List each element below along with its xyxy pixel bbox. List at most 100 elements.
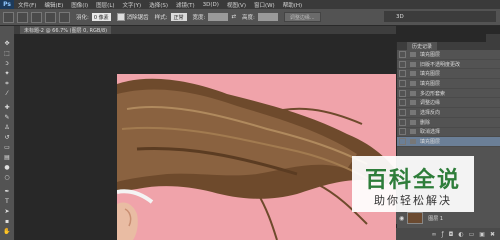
subtract-selection-button[interactable] [45, 11, 56, 23]
workspace-select[interactable]: 3D [384, 11, 496, 22]
style-select[interactable]: 正常 [170, 13, 187, 21]
height-input[interactable] [257, 13, 278, 21]
history-item-active[interactable]: 填充图层 [397, 137, 500, 147]
menu-view[interactable]: 视图(V) [223, 1, 250, 9]
folder-icon[interactable]: ▭ [469, 231, 475, 238]
magic-wand-icon[interactable]: ✦ [3, 70, 11, 77]
adjustment-icon[interactable]: ◐ [458, 231, 463, 238]
layers-panel-buttons: ∞ ƒ ◘ ◐ ▭ ▣ ✖ [396, 228, 500, 240]
history-checkbox[interactable] [399, 128, 406, 136]
history-checkbox[interactable] [399, 108, 406, 116]
path-selection-icon[interactable]: ➤ [3, 208, 11, 215]
height-label: 高度: [242, 15, 255, 21]
watermark-overlay: 百科全说 助你轻松解决 [352, 156, 474, 212]
shape-icon[interactable]: ▪ [3, 218, 11, 225]
history-item[interactable]: 填充图层 [397, 50, 500, 60]
history-checkbox[interactable] [399, 60, 406, 68]
add-selection-button[interactable] [31, 11, 42, 23]
link-icon[interactable]: ∞ [432, 231, 437, 238]
history-state-icon [410, 61, 416, 67]
eye-icon[interactable]: ◉ [399, 215, 404, 222]
move-icon[interactable]: ✥ [3, 40, 11, 47]
new-selection-button[interactable] [17, 11, 28, 23]
gradient-icon[interactable]: ▤ [3, 154, 11, 161]
width-input[interactable] [208, 13, 229, 21]
history-item[interactable]: 填充图层 [397, 69, 500, 80]
menu-help[interactable]: 帮助(H) [279, 1, 306, 9]
antialias-checkbox[interactable] [116, 13, 125, 21]
menu-select[interactable]: 选择(S) [145, 1, 172, 9]
document-tab-bar: 未标题-2 @ 66.7% (图层 0, RGB/8) [14, 26, 396, 34]
history-checkbox[interactable] [399, 99, 406, 107]
history-item[interactable]: 删除 [397, 118, 500, 128]
width-label: 宽度: [192, 15, 206, 21]
intersect-selection-button[interactable] [59, 11, 70, 23]
layer-row[interactable]: ◉ 图层 1 [396, 212, 500, 224]
dodge-icon[interactable]: ○ [3, 174, 11, 181]
history-item-label: 取消选择 [420, 129, 441, 136]
panel-collapse-bar[interactable] [486, 34, 500, 42]
blur-icon[interactable]: ● [3, 164, 11, 171]
swap-icon[interactable]: ⇄ [231, 14, 236, 20]
menu-edit[interactable]: 编辑(E) [40, 1, 67, 9]
menu-file[interactable]: 文件(F) [14, 1, 40, 9]
feather-label: 羽化: [76, 15, 89, 21]
history-tab[interactable]: 历史记录 [407, 42, 438, 50]
history-item-label: 旧版不透明度更改 [420, 61, 461, 68]
menu-type[interactable]: 文字(Y) [119, 1, 146, 9]
history-item[interactable]: 填充图层 [397, 79, 500, 89]
history-checkbox[interactable] [399, 70, 406, 78]
trash-icon[interactable]: ✖ [490, 231, 495, 238]
antialias-label: 消除锯齿 [126, 15, 149, 21]
history-item[interactable]: 旧版不透明度更改 [397, 60, 500, 70]
history-checkbox[interactable] [399, 138, 406, 146]
document-tab[interactable]: 未标题-2 @ 66.7% (图层 0, RGB/8) [20, 26, 112, 34]
marquee-icon[interactable]: ⬚ [3, 50, 11, 57]
history-state-icon [410, 129, 416, 135]
history-brush-icon[interactable]: ↺ [3, 134, 11, 141]
clone-stamp-icon[interactable]: ♙ [3, 124, 11, 131]
watermark-subtitle: 助你轻松解决 [374, 194, 452, 207]
history-state-icon [410, 139, 416, 145]
history-item-label: 填充图层 [420, 71, 441, 78]
history-item-label: 调整边缘 [420, 100, 441, 107]
history-checkbox[interactable] [399, 89, 406, 97]
history-item[interactable]: 选择反向 [397, 108, 500, 118]
new-layer-icon[interactable]: ▣ [479, 231, 485, 238]
menu-window[interactable]: 窗口(W) [250, 1, 279, 9]
type-icon[interactable]: T [3, 198, 11, 205]
history-item-label: 多边形套索 [420, 90, 446, 97]
brush-icon[interactable]: ✎ [3, 114, 11, 121]
history-state-icon [410, 109, 416, 115]
layer-name: 图层 1 [428, 215, 444, 222]
pen-icon[interactable]: ✒ [3, 188, 11, 195]
history-state-icon [410, 80, 416, 86]
lasso-icon[interactable]: ↄ [3, 60, 11, 67]
healing-brush-icon[interactable]: ✚ [3, 104, 11, 111]
app-logo: Ps [0, 0, 14, 9]
fx-icon[interactable]: ƒ [442, 231, 444, 238]
toolbox: ✥ ⬚ ↄ ✦ ⌗ ⁄ ✚ ✎ ♙ ↺ ▭ ▤ ● ○ ✒ T ➤ ▪ ✋ [0, 26, 15, 240]
history-checkbox[interactable] [399, 79, 406, 87]
eraser-icon[interactable]: ▭ [3, 144, 11, 151]
menu-layer[interactable]: 图层(L) [92, 1, 118, 9]
feather-input[interactable]: 0 像素 [91, 13, 111, 21]
tool-preset-button[interactable] [3, 11, 14, 23]
hand-icon[interactable]: ✋ [3, 228, 11, 235]
crop-icon[interactable]: ⌗ [3, 80, 11, 87]
history-checkbox[interactable] [399, 50, 406, 58]
menu-3d[interactable]: 3D(D) [199, 2, 223, 8]
history-state-icon [410, 51, 416, 57]
menu-filter[interactable]: 滤镜(T) [172, 1, 199, 9]
history-item[interactable]: 取消选择 [397, 128, 500, 138]
menu-image[interactable]: 图像(I) [67, 1, 92, 9]
style-label: 样式: [154, 15, 168, 21]
history-item-label: 删除 [420, 119, 431, 126]
mask-icon[interactable]: ◘ [449, 231, 454, 238]
canvas-area [15, 34, 396, 240]
eyedropper-icon[interactable]: ⁄ [3, 90, 11, 97]
history-item[interactable]: 调整边缘 [397, 98, 500, 109]
history-checkbox[interactable] [399, 118, 406, 126]
history-item[interactable]: 多边形套索 [397, 89, 500, 99]
refine-edge-button[interactable]: 调整边缘... [283, 12, 321, 22]
